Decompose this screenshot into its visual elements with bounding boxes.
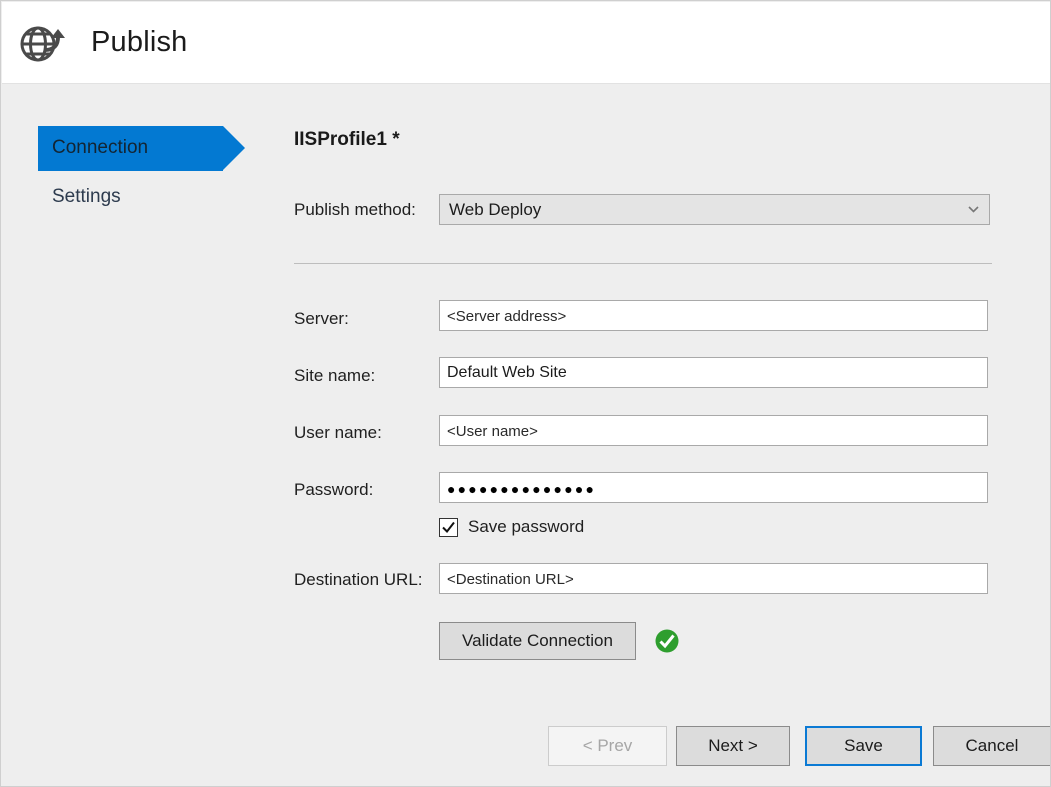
cancel-button[interactable]: Cancel — [933, 726, 1051, 766]
save-password-label: Save password — [468, 517, 584, 537]
sidebar-item-connection[interactable]: Connection — [38, 126, 223, 171]
sidebar-item-label: Settings — [52, 186, 121, 207]
save-button[interactable]: Save — [805, 726, 922, 766]
user-name-label: User name: — [294, 423, 382, 443]
user-name-input-value: <User name> — [447, 423, 538, 440]
destination-url-input[interactable]: <Destination URL> — [439, 563, 988, 594]
site-name-input[interactable]: Default Web Site — [439, 357, 988, 388]
publish-method-select[interactable]: Web Deploy — [439, 194, 990, 225]
password-label: Password: — [294, 480, 373, 500]
profile-title: IISProfile1 * — [294, 129, 400, 151]
server-input[interactable]: <Server address> — [439, 300, 988, 331]
checkbox-box — [439, 518, 458, 537]
success-check-icon — [654, 628, 680, 654]
sidebar-item-settings[interactable]: Settings — [52, 186, 121, 208]
dialog-titlebar: Publish — [2, 2, 1051, 84]
publish-method-label: Publish method: — [294, 200, 416, 220]
dialog-footer: < Prev Next > Save Cancel — [272, 705, 1049, 785]
password-input-value: ●●●●●●●●●●●●●● — [447, 481, 596, 497]
page-title: Publish — [91, 26, 188, 59]
section-divider — [294, 263, 992, 264]
next-button[interactable]: Next > — [676, 726, 790, 766]
checkmark-icon — [441, 520, 456, 535]
destination-url-label: Destination URL: — [294, 570, 423, 590]
validate-connection-button[interactable]: Validate Connection — [439, 622, 636, 660]
server-input-value: <Server address> — [447, 308, 566, 325]
globe-publish-icon — [15, 19, 67, 69]
sidebar-item-label: Connection — [52, 137, 148, 159]
connection-panel: IISProfile1 * Publish method: Web Deploy… — [272, 84, 1049, 785]
chevron-down-icon — [968, 206, 979, 213]
site-name-label: Site name: — [294, 366, 375, 386]
server-label: Server: — [294, 309, 349, 329]
publish-dialog: Publish Connection Settings IISProfile1 … — [0, 0, 1051, 787]
prev-button[interactable]: < Prev — [548, 726, 667, 766]
wizard-sidebar: Connection Settings — [2, 84, 272, 785]
publish-method-value: Web Deploy — [449, 200, 541, 220]
selected-arrow-icon — [223, 126, 245, 170]
user-name-input[interactable]: <User name> — [439, 415, 988, 446]
site-name-input-value: Default Web Site — [447, 364, 567, 382]
password-input[interactable]: ●●●●●●●●●●●●●● — [439, 472, 988, 503]
destination-url-input-value: <Destination URL> — [447, 571, 574, 588]
